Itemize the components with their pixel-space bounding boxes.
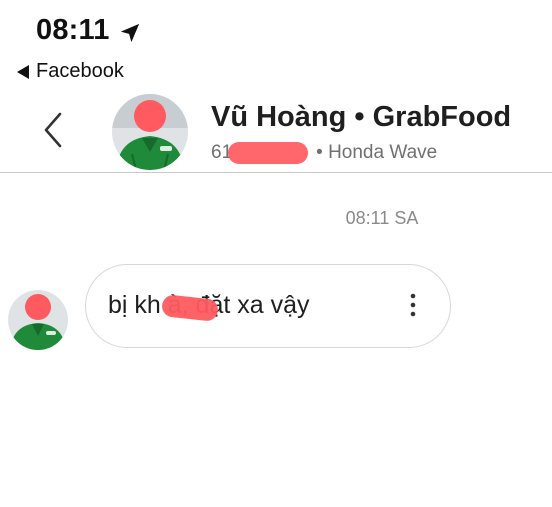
driver-photo	[112, 94, 188, 170]
back-to-app-link[interactable]: Facebook	[16, 60, 124, 83]
vertical-dots-icon[interactable]	[410, 293, 416, 317]
message-bubble[interactable]: bị kh à, đặt xa vậy	[85, 264, 451, 348]
location-arrow-icon	[120, 23, 140, 43]
chat-screen: 08:11 Facebook Vũ Hoàng • GrabFood 61 • …	[0, 0, 552, 507]
back-triangle-icon	[17, 64, 29, 79]
message-timestamp: 08:11 SA	[345, 208, 419, 228]
contact-avatar[interactable]	[112, 94, 188, 170]
vehicle-label: • Honda Wave	[316, 142, 438, 163]
driver-photo-small	[8, 290, 68, 350]
chat-header: Vũ Hoàng • GrabFood 61 • Honda Wave	[0, 88, 552, 173]
contact-name: Vũ Hoàng • GrabFood	[211, 101, 512, 133]
sender-avatar[interactable]	[8, 290, 68, 350]
contact-subtitle: 61 • Honda Wave	[211, 142, 437, 164]
back-app-label: Facebook	[36, 60, 124, 82]
chevron-left-icon[interactable]	[36, 108, 72, 152]
status-time: 08:11	[36, 14, 110, 46]
plate-redaction	[228, 142, 309, 164]
